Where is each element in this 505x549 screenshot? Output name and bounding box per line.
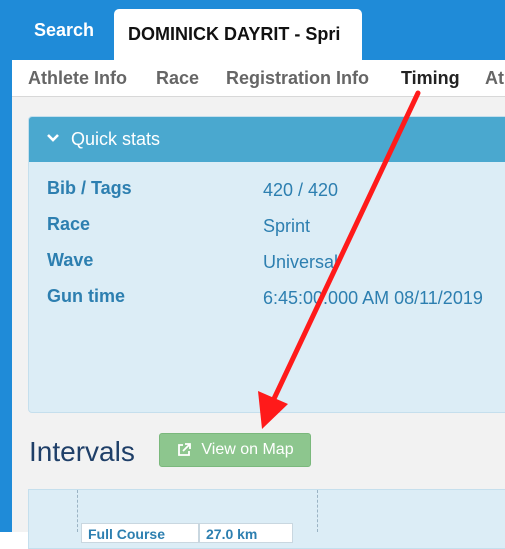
intervals-table: Full Course 27.0 km xyxy=(28,489,505,549)
search-tab[interactable]: Search xyxy=(14,0,114,60)
quick-stats-header[interactable]: Quick stats xyxy=(29,117,505,162)
chevron-down-icon xyxy=(47,133,59,142)
stat-label-bib: Bib / Tags xyxy=(47,178,132,198)
intervals-heading: Intervals xyxy=(29,436,135,467)
stat-value-bib: 420 / 420 xyxy=(263,180,339,200)
sub-tab-bar: Athlete Info Race Registration Info Timi… xyxy=(12,60,505,97)
tab-race[interactable]: Race xyxy=(156,60,199,96)
tab-registration-info[interactable]: Registration Info xyxy=(226,60,369,96)
quick-stats-title: Quick stats xyxy=(71,129,161,149)
stat-label-race: Race xyxy=(47,214,91,234)
view-on-map-label: View on Map xyxy=(201,441,294,458)
view-on-map-button[interactable]: View on Map xyxy=(159,433,311,467)
stat-label-gun-time: Gun time xyxy=(47,286,126,306)
left-accent-strip xyxy=(0,60,12,532)
table-cell-interval: Full Course xyxy=(81,523,199,543)
top-tab-bar: Search DOMINICK DAYRIT - Spri xyxy=(0,0,505,60)
stat-label-wave: Wave xyxy=(47,250,94,270)
column-divider xyxy=(317,490,318,532)
tab-athlete-info[interactable]: Athlete Info xyxy=(28,60,127,96)
tab-overflow[interactable]: At xyxy=(485,60,504,96)
external-link-icon xyxy=(178,443,192,456)
tab-timing[interactable]: Timing xyxy=(401,60,460,96)
quick-stats-panel: Quick stats Bib / Tags 420 / 420 Race Sp… xyxy=(28,116,505,413)
column-divider xyxy=(77,490,78,532)
stat-value-gun-time: 6:45:00.000 AM 08/11/2019 xyxy=(263,288,483,308)
athlete-tab[interactable]: DOMINICK DAYRIT - Spri xyxy=(114,9,362,60)
stat-value-race: Sprint xyxy=(263,216,311,236)
stat-value-wave: Universal xyxy=(263,252,339,272)
table-cell-distance: 27.0 km xyxy=(199,523,293,543)
